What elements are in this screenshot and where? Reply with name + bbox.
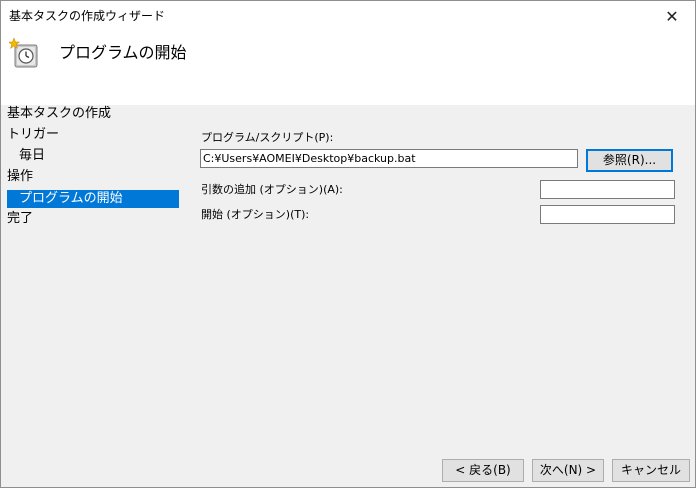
- next-button[interactable]: 次へ(N) >: [532, 459, 604, 482]
- step-trigger[interactable]: トリガー: [7, 126, 59, 144]
- program-script-label: プログラム/スクリプト(P):: [201, 131, 334, 144]
- close-button[interactable]: ✕: [649, 1, 695, 31]
- arguments-input[interactable]: [540, 180, 675, 199]
- wizard-step-list: 基本タスクの作成 トリガー 毎日 操作 プログラムの開始 完了: [1, 105, 185, 265]
- step-daily[interactable]: 毎日: [19, 147, 45, 165]
- page-title: プログラムの開始: [59, 43, 187, 62]
- close-icon: ✕: [665, 6, 679, 26]
- window-title: 基本タスクの作成ウィザード: [9, 9, 166, 23]
- start-in-input[interactable]: [540, 205, 675, 224]
- cancel-button[interactable]: キャンセル: [612, 459, 690, 482]
- wizard-window: 基本タスクの作成ウィザード ✕ プログラムの開始 基本タスクの作成 トリガー 毎…: [0, 0, 696, 488]
- program-script-input[interactable]: C:¥Users¥AOMEI¥Desktop¥backup.bat: [200, 149, 578, 168]
- title-bar[interactable]: 基本タスクの作成ウィザード ✕: [1, 1, 695, 31]
- task-scheduler-clock-icon: [9, 37, 38, 68]
- browse-button[interactable]: 参照(R)...: [586, 149, 673, 172]
- start-in-label: 開始 (オプション)(T):: [201, 208, 310, 221]
- step-action[interactable]: 操作: [7, 168, 33, 186]
- wizard-header: プログラムの開始: [1, 31, 695, 105]
- step-create-basic-task[interactable]: 基本タスクの作成: [7, 105, 111, 123]
- arguments-label: 引数の追加 (オプション)(A):: [201, 183, 343, 196]
- back-button[interactable]: < 戻る(B): [442, 459, 524, 482]
- step-start-program[interactable]: プログラムの開始: [7, 190, 179, 208]
- step-finish[interactable]: 完了: [7, 210, 33, 228]
